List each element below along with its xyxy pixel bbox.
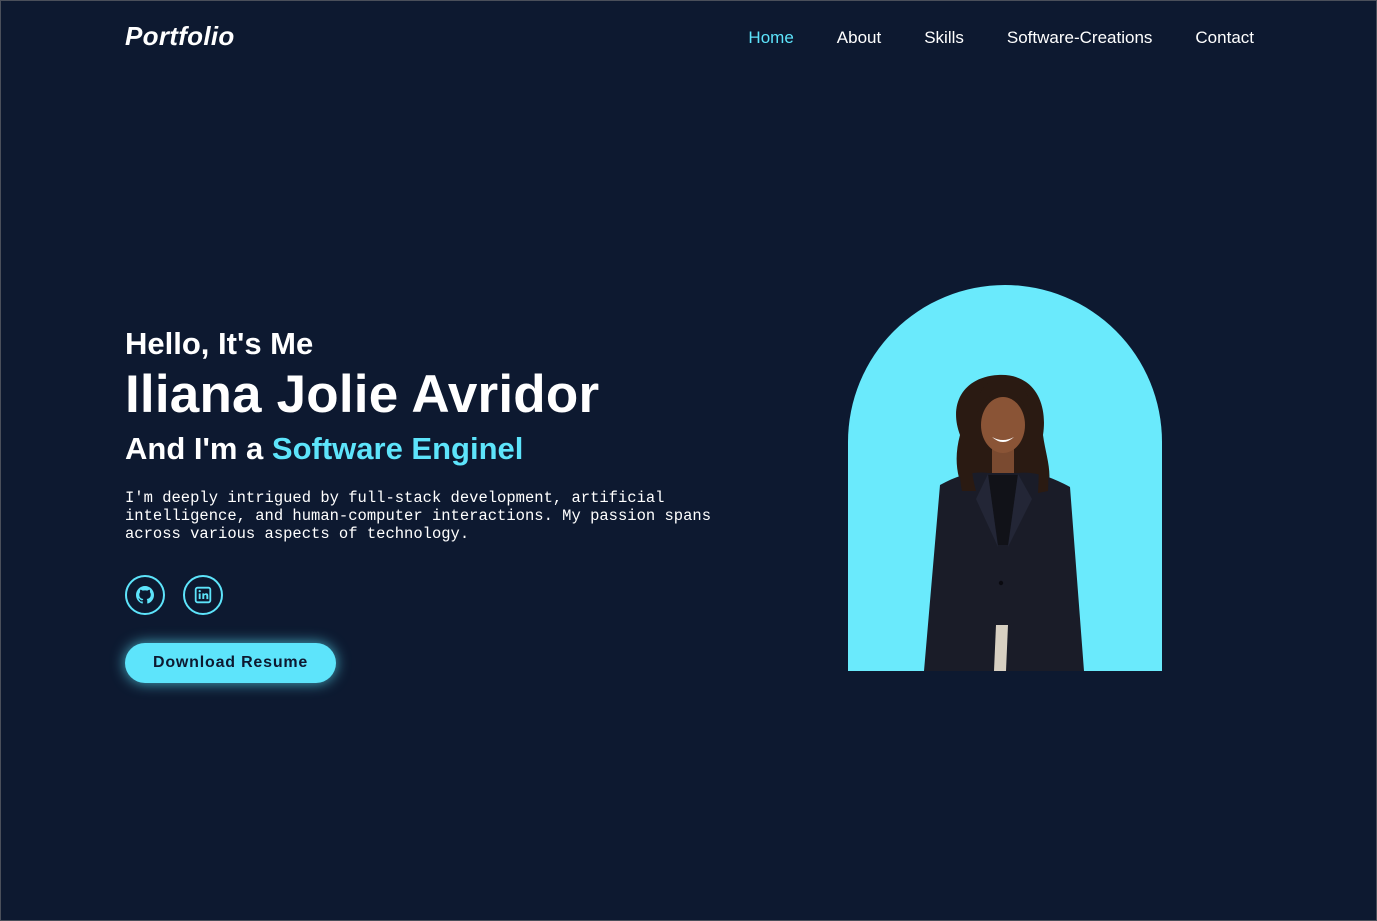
social-links	[125, 575, 765, 615]
nav-contact-link[interactable]: Contact	[1195, 27, 1254, 49]
profile-photo-frame	[848, 285, 1162, 671]
hero-greeting: Hello, It's Me	[125, 326, 314, 361]
nav-home-link[interactable]: Home	[748, 27, 793, 49]
hero-role: And I'm a Software Enginel	[125, 429, 765, 469]
hero-description: I'm deeply intrigued by full-stack devel…	[125, 489, 711, 543]
nav-about-link[interactable]: About	[837, 27, 881, 49]
page: Portfolio Home About Skills Software-Cre…	[0, 0, 1377, 921]
hero-section: Hello, It's Me Iliana Jolie Avridor And …	[125, 325, 765, 683]
linkedin-link[interactable]	[183, 575, 223, 615]
profile-photo	[924, 374, 1084, 671]
nav-software-creations-link[interactable]: Software-Creations	[1007, 27, 1153, 49]
hero-role-highlight: Software Enginel	[271, 431, 524, 466]
hero-name: Iliana Jolie Avridor	[125, 365, 600, 424]
hero-role-prefix: And I'm a	[125, 431, 272, 466]
nav-skills-link[interactable]: Skills	[924, 27, 964, 49]
github-link[interactable]	[125, 575, 165, 615]
main-nav: Home About Skills Software-Creations Con…	[748, 27, 1254, 49]
download-resume-button[interactable]: Download Resume	[125, 643, 337, 683]
github-icon	[136, 586, 154, 604]
linkedin-icon	[194, 586, 212, 604]
site-logo[interactable]: Portfolio	[125, 21, 235, 52]
